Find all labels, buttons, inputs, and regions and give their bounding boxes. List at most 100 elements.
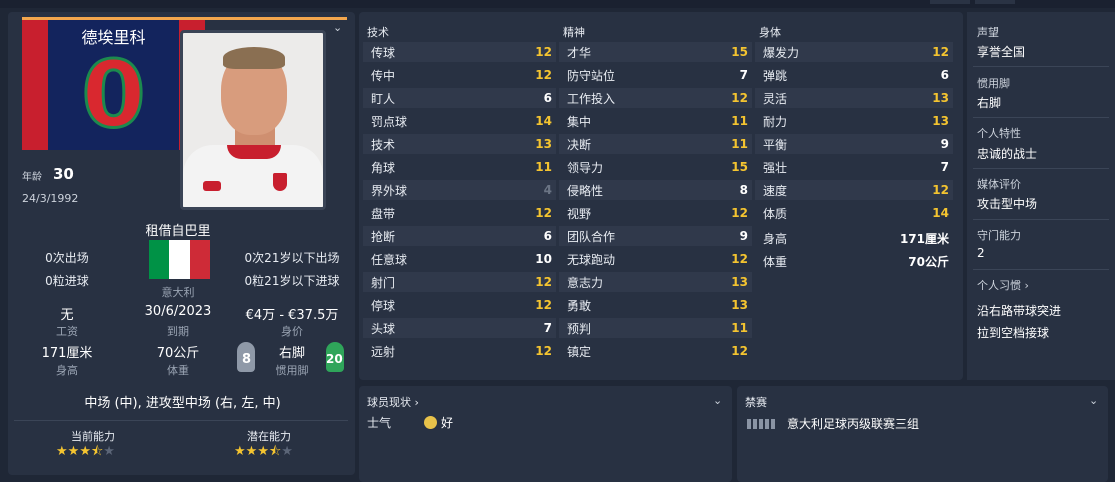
- attribute-value: 11: [535, 160, 552, 174]
- physical-info-row: 体重 70公斤: [755, 251, 953, 271]
- attribute-row[interactable]: 预判 11: [559, 318, 752, 338]
- chevron-right-icon: ›: [1024, 279, 1029, 292]
- attribute-row[interactable]: 无球跑动 12: [559, 249, 752, 269]
- attribute-row[interactable]: 才华 15: [559, 42, 752, 62]
- attribute-value: 6: [543, 91, 552, 105]
- attribute-value: 15: [731, 160, 748, 174]
- attribute-name: 镇定: [567, 344, 592, 359]
- right-foot-rating: 20: [326, 352, 343, 366]
- attribute-name: 抢断: [371, 229, 396, 244]
- attribute-name: 头球: [371, 321, 396, 336]
- weight-label: 体重: [167, 364, 189, 377]
- attribute-row[interactable]: 任意球 10: [363, 249, 556, 269]
- attribute-row[interactable]: 盯人 6: [363, 88, 556, 108]
- mental-header: 精神: [563, 26, 585, 39]
- media-label: 媒体评价: [977, 178, 1021, 191]
- status-title[interactable]: 球员现状 ›: [367, 394, 419, 410]
- loan-club[interactable]: 租借自巴里: [130, 220, 226, 239]
- attribute-row[interactable]: 角球 11: [363, 157, 556, 177]
- divider: [14, 420, 348, 421]
- attribute-row[interactable]: 传球 12: [363, 42, 556, 62]
- attribute-value: 12: [731, 252, 748, 266]
- attribute-name: 技术: [371, 137, 396, 152]
- attribute-row[interactable]: 抢断 6: [363, 226, 556, 246]
- left-foot-rating: 8: [242, 352, 252, 367]
- attribute-value: 13: [731, 275, 748, 289]
- weight-value: 70公斤: [156, 346, 200, 361]
- attribute-name: 传中: [371, 68, 396, 83]
- attribute-name: 平衡: [763, 137, 788, 152]
- attribute-row[interactable]: 射门 12: [363, 272, 556, 292]
- player-value-label: 身价: [281, 325, 303, 338]
- attribute-row[interactable]: 工作投入 12: [559, 88, 752, 108]
- attribute-row[interactable]: 侵略性 8: [559, 180, 752, 200]
- attribute-row[interactable]: 界外球 4: [363, 180, 556, 200]
- habit-item: 拉到空档接球: [977, 326, 1050, 340]
- attribute-row[interactable]: 爆发力 12: [755, 42, 953, 62]
- wage-value: 无: [60, 308, 74, 323]
- chevron-down-icon[interactable]: ⌄: [333, 21, 342, 34]
- divider: [973, 168, 1109, 169]
- attribute-value: 8: [739, 183, 748, 197]
- ban-status-bars: [747, 419, 775, 429]
- divider: [973, 269, 1109, 270]
- attribute-row[interactable]: 防守站位 7: [559, 65, 752, 85]
- attribute-row[interactable]: 镇定 12: [559, 341, 752, 361]
- attribute-name: 任意球: [371, 252, 408, 267]
- contract-expiry: 30/6/2023: [144, 304, 212, 319]
- attribute-row[interactable]: 勇敢 13: [559, 295, 752, 315]
- star-icon: ★: [56, 444, 68, 459]
- chevron-down-icon[interactable]: ⌄: [713, 394, 722, 407]
- attribute-value: 12: [932, 45, 949, 59]
- habits-label[interactable]: 个人习惯 ›: [977, 277, 1029, 293]
- attribute-value: 12: [535, 298, 552, 312]
- attribute-row[interactable]: 头球 7: [363, 318, 556, 338]
- attribute-value: 12: [535, 68, 552, 82]
- attribute-value: 14: [932, 206, 949, 220]
- attribute-row[interactable]: 团队合作 9: [559, 226, 752, 246]
- nation-flag[interactable]: [149, 240, 210, 279]
- physical-info-label: 体重: [763, 254, 788, 269]
- habit-item: 沿右路带球突进: [977, 304, 1062, 318]
- attribute-name: 灵活: [763, 91, 788, 106]
- attribute-row[interactable]: 速度 12: [755, 180, 953, 200]
- player-photo: [180, 30, 326, 210]
- traits-label: 个人特性: [977, 127, 1021, 140]
- attribute-row[interactable]: 集中 11: [559, 111, 752, 131]
- attribute-name: 意志力: [567, 275, 604, 290]
- attribute-value: 4: [543, 183, 552, 197]
- attribute-row[interactable]: 耐力 13: [755, 111, 953, 131]
- attribute-name: 爆发力: [763, 45, 800, 60]
- attribute-name: 角球: [371, 160, 396, 175]
- attribute-row[interactable]: 弹跳 6: [755, 65, 953, 85]
- attribute-row[interactable]: 罚点球 14: [363, 111, 556, 131]
- attribute-row[interactable]: 盘带 12: [363, 203, 556, 223]
- chevron-down-icon[interactable]: ⌄: [1089, 394, 1098, 407]
- preferred-foot: 右脚: [278, 346, 305, 361]
- attribute-row[interactable]: 领导力 15: [559, 157, 752, 177]
- attribute-row[interactable]: 远射 12: [363, 341, 556, 361]
- attribute-value: 9: [940, 137, 949, 151]
- attribute-row[interactable]: 体质 14: [755, 203, 953, 223]
- height-value: 171厘米: [41, 346, 93, 361]
- attribute-value: 14: [535, 114, 552, 128]
- morale-label: 士气: [367, 416, 392, 430]
- attribute-row[interactable]: 技术 13: [363, 134, 556, 154]
- attribute-row[interactable]: 决断 11: [559, 134, 752, 154]
- attribute-row[interactable]: 灵活 13: [755, 88, 953, 108]
- divider: [973, 219, 1109, 220]
- attribute-row[interactable]: 视野 12: [559, 203, 752, 223]
- attribute-row[interactable]: 强壮 7: [755, 157, 953, 177]
- wage-label: 工资: [56, 325, 78, 338]
- attribute-value: 12: [731, 206, 748, 220]
- attribute-row[interactable]: 传中 12: [363, 65, 556, 85]
- divider: [973, 66, 1109, 67]
- attribute-row[interactable]: 停球 12: [363, 295, 556, 315]
- ban-competition: 意大利足球丙级联赛三组: [787, 417, 920, 431]
- attribute-name: 射门: [371, 275, 396, 290]
- attribute-value: 11: [731, 137, 748, 151]
- attribute-value: 15: [731, 45, 748, 59]
- attribute-name: 远射: [371, 344, 396, 359]
- attribute-row[interactable]: 平衡 9: [755, 134, 953, 154]
- attribute-row[interactable]: 意志力 13: [559, 272, 752, 292]
